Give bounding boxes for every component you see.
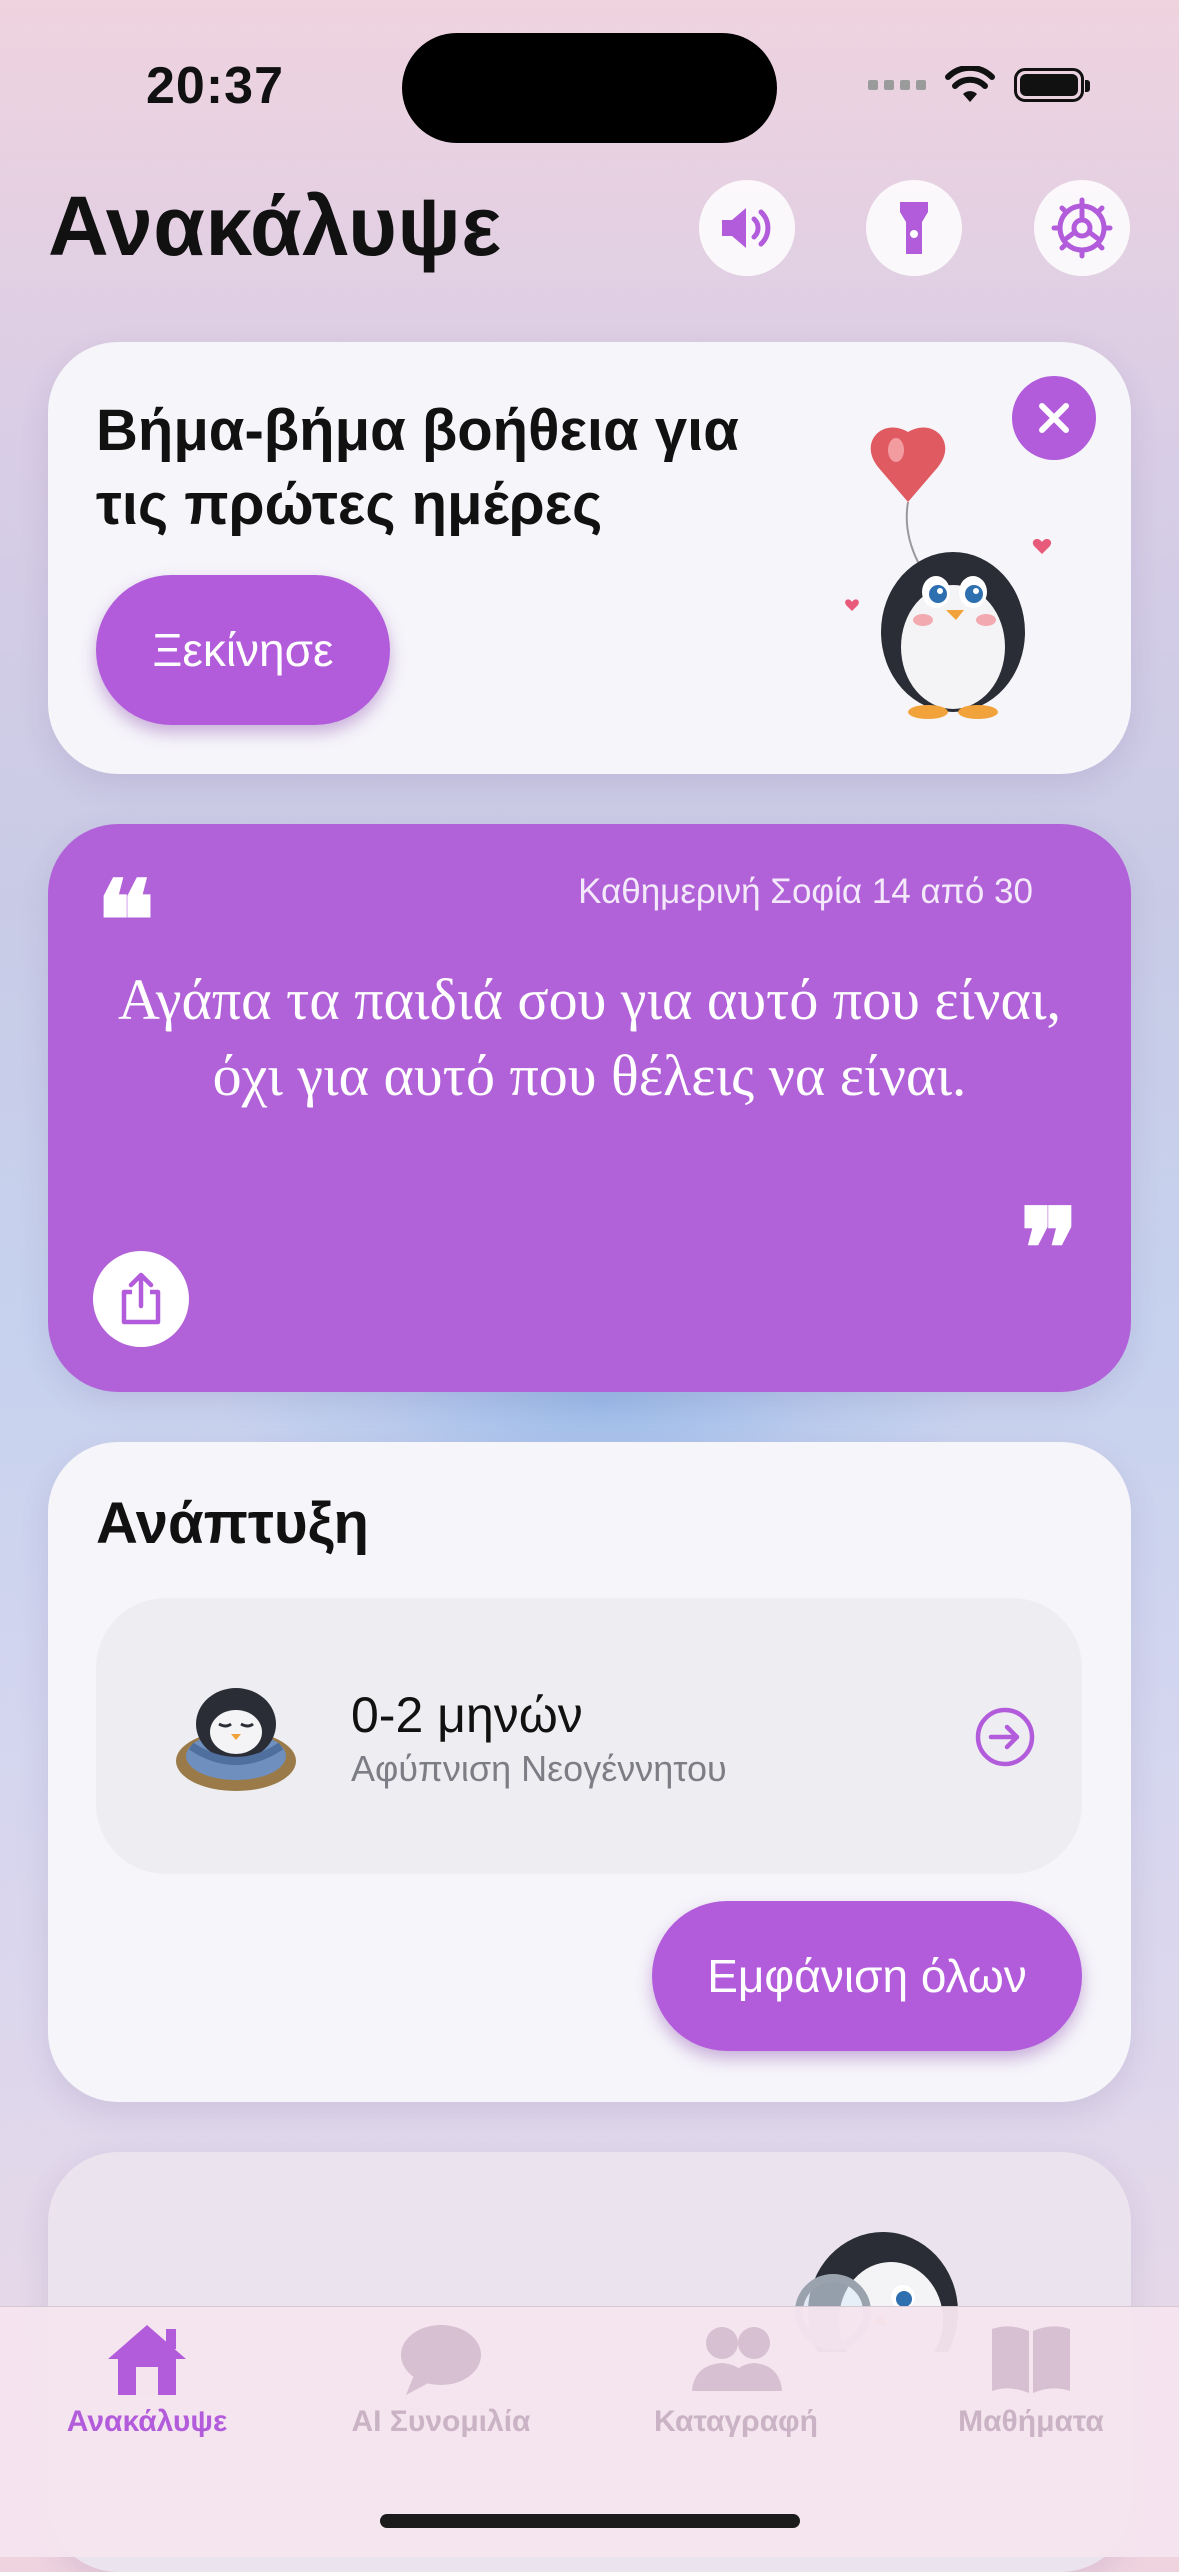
tab-label: Μαθήματα xyxy=(958,2405,1104,2438)
house-icon xyxy=(108,2325,186,2395)
flashlight-icon xyxy=(900,202,928,254)
share-button[interactable] xyxy=(93,1251,189,1347)
penguin-balloon-illustration xyxy=(845,427,1052,719)
tab-label: AI Συνομιλία xyxy=(351,2405,531,2438)
status-icons xyxy=(868,66,1090,104)
onboarding-title: Βήμα-βήμα βοήθεια για τις πρώτες ημέρες xyxy=(96,398,739,537)
age-range-label: 0-2 μηνών xyxy=(351,1687,583,1743)
cellular-signal-icon xyxy=(868,80,926,90)
tab-ai-chat[interactable]: AI Συνομιλία xyxy=(311,2321,571,2439)
speaker-icon xyxy=(722,208,771,248)
onboarding-card: Βήμα-βήμα βοήθεια για τις πρώτες ημέρες … xyxy=(48,342,1131,774)
arrow-right-circle-icon xyxy=(975,1707,1035,1767)
dynamic-island xyxy=(402,33,777,143)
chat-bubble-icon xyxy=(401,2325,481,2395)
tab-discover[interactable]: Ανακάλυψε xyxy=(17,2321,277,2439)
quote-text: Αγάπα τα παιδιά σου για αυτό που είναι, … xyxy=(117,967,1062,1108)
settings-button[interactable] xyxy=(1034,180,1130,276)
daily-quote-card: ❝ Καθημερινή Σοφία 14 από 30 Αγάπα τα πα… xyxy=(48,824,1131,1392)
tab-label: Καταγραφή xyxy=(654,2405,818,2438)
people-icon xyxy=(692,2327,782,2391)
quote-counter: Καθημερινή Σοφία 14 από 30 xyxy=(578,872,1033,911)
battery-icon xyxy=(1014,68,1090,102)
status-time: 20:37 xyxy=(146,57,284,115)
growth-card: Ανάπτυξη 0-2 μηνών Αφύπνιση Νεογέννητου … xyxy=(48,1442,1131,2102)
sound-button[interactable] xyxy=(699,180,795,276)
book-icon xyxy=(992,2326,1070,2393)
close-quote-icon: ❞ xyxy=(1019,1184,1079,1313)
growth-title: Ανάπτυξη xyxy=(96,1491,369,1556)
tab-lessons[interactable]: Μαθήματα xyxy=(901,2321,1161,2439)
sleeping-penguin-illustration xyxy=(176,1688,296,1791)
home-indicator xyxy=(380,2514,800,2528)
age-range-subtitle: Αφύπνιση Νεογέννητου xyxy=(351,1748,727,1789)
flashlight-button[interactable] xyxy=(866,180,962,276)
show-all-button[interactable]: Εμφάνιση όλων xyxy=(652,1901,1082,2051)
tab-label: Ανακάλυψε xyxy=(66,2405,228,2438)
tab-log[interactable]: Καταγραφή xyxy=(606,2321,866,2439)
gear-icon xyxy=(1051,197,1113,259)
age-range-item[interactable]: 0-2 μηνών Αφύπνιση Νεογέννητου xyxy=(96,1598,1082,1874)
open-quote-icon: ❝ xyxy=(96,856,156,985)
start-button[interactable]: Ξεκίνησε xyxy=(96,575,390,725)
share-icon xyxy=(121,1272,161,1325)
wifi-icon xyxy=(945,66,995,102)
page-title: Ανακάλυψε xyxy=(48,179,502,273)
